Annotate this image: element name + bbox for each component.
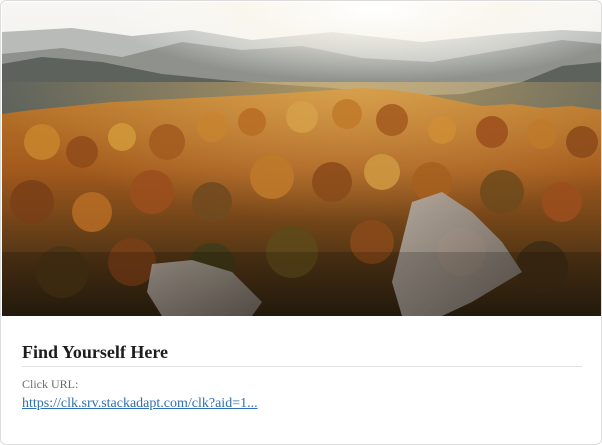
autumn-forest-image xyxy=(2,2,601,316)
ad-hero-image xyxy=(2,2,601,316)
ad-preview-card: Find Yourself Here Click URL: https://cl… xyxy=(0,0,602,445)
ad-details: Find Yourself Here Click URL: https://cl… xyxy=(22,341,582,412)
click-url-label: Click URL: xyxy=(22,377,79,391)
click-url-link[interactable]: https://clk.srv.stackadapt.com/clk?aid=1… xyxy=(22,396,258,412)
ad-title: Find Yourself Here xyxy=(22,342,168,362)
title-divider xyxy=(22,366,582,367)
